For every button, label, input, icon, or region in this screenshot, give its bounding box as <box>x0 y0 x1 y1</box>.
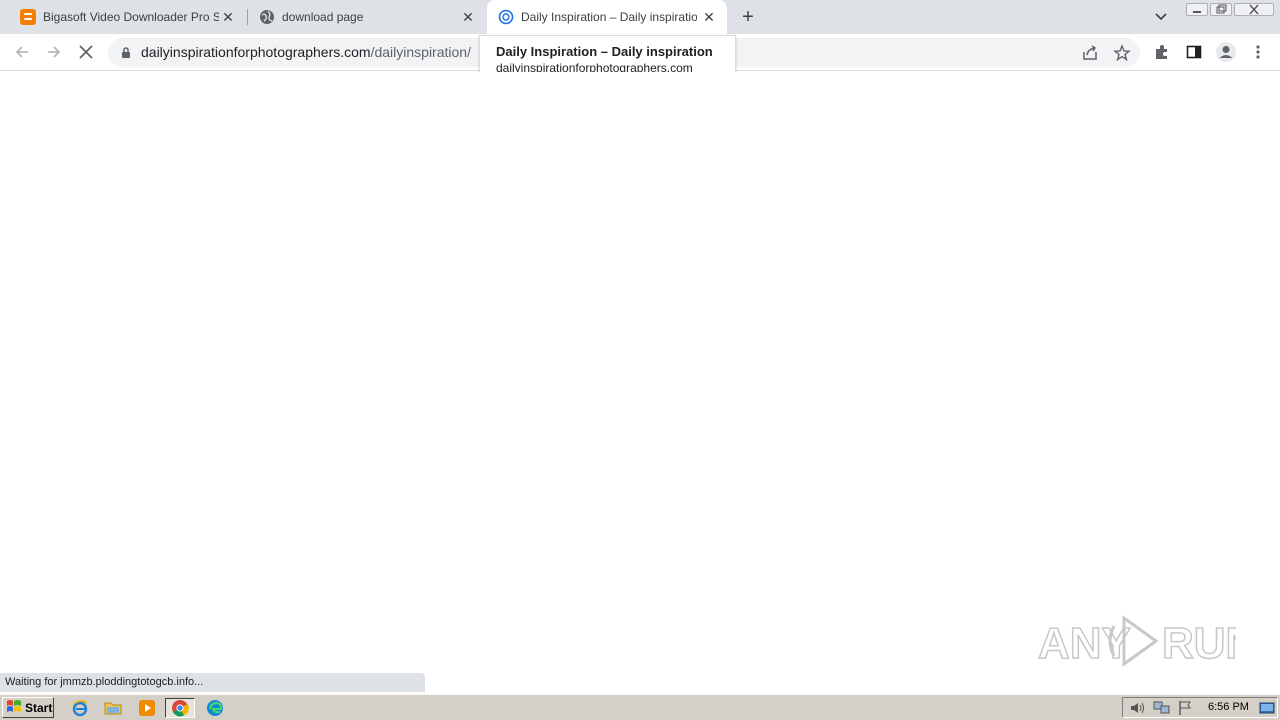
volume-icon[interactable] <box>1129 700 1147 719</box>
close-tab-icon[interactable]: ✕ <box>220 9 236 25</box>
tab-title: Daily Inspiration – Daily inspiration <box>521 10 697 24</box>
svg-text:RUN: RUN <box>1162 619 1236 668</box>
windows-taskbar: Start 6:56 PM <box>0 694 1280 720</box>
start-button[interactable]: Start <box>2 697 54 718</box>
bookmark-star-icon[interactable] <box>1110 41 1134 65</box>
edge-icon[interactable] <box>204 698 226 718</box>
anyrun-watermark: ANY RUN <box>1036 606 1258 672</box>
tab-strip: Bigasoft Video Downloader Pro Serial ✕ d… <box>0 0 1280 34</box>
url-domain: dailyinspirationforphotographers.com <box>141 44 371 60</box>
profile-avatar-icon[interactable] <box>1214 40 1238 64</box>
taskbar-clock[interactable]: 6:56 PM <box>1208 701 1249 713</box>
side-panel-icon[interactable] <box>1182 40 1206 64</box>
new-tab-button[interactable]: + <box>737 7 759 27</box>
close-tab-icon[interactable]: ✕ <box>460 9 476 25</box>
start-label: Start <box>25 700 53 715</box>
folder-icon[interactable] <box>102 698 124 718</box>
svg-text:ANY: ANY <box>1038 619 1131 668</box>
globe-icon <box>259 9 275 25</box>
url-text: dailyinspirationforphotographers.com/dai… <box>141 44 471 60</box>
site-favicon <box>498 9 514 25</box>
restore-button[interactable] <box>1210 3 1232 16</box>
tab-title: Bigasoft Video Downloader Pro Serial <box>43 10 219 24</box>
system-tray: 6:56 PM <box>1122 697 1278 718</box>
close-window-button[interactable] <box>1234 3 1274 16</box>
menu-kebab-icon[interactable] <box>1246 40 1270 64</box>
page-content <box>0 72 1280 672</box>
tab-search-chevron-icon[interactable] <box>1151 8 1171 26</box>
lock-icon <box>120 46 132 59</box>
status-bubble: Waiting for jmmzb.ploddingtotogcb.info..… <box>0 673 425 692</box>
share-icon[interactable] <box>1078 41 1102 65</box>
tab-daily-inspiration[interactable]: Daily Inspiration – Daily inspiration ✕ <box>487 0 727 34</box>
hover-card-title: Daily Inspiration – Daily inspiration <box>496 44 713 59</box>
blogger-icon <box>20 9 36 25</box>
chrome-icon[interactable] <box>165 698 195 718</box>
windows-logo-icon <box>6 699 22 716</box>
network-icon[interactable] <box>1153 700 1171 719</box>
action-center-flag-icon[interactable] <box>1177 700 1195 719</box>
tab-title: download page <box>282 10 364 24</box>
back-button[interactable] <box>10 40 34 64</box>
ie-icon[interactable] <box>69 698 91 718</box>
minimize-button[interactable] <box>1186 3 1208 16</box>
forward-button[interactable] <box>42 40 66 64</box>
tab-bigasoft[interactable]: Bigasoft Video Downloader Pro Serial ✕ <box>8 0 246 34</box>
close-tab-icon[interactable]: ✕ <box>701 9 717 25</box>
extensions-puzzle-icon[interactable] <box>1150 40 1174 64</box>
show-desktop-icon[interactable] <box>1259 701 1275 718</box>
tab-download-page[interactable]: download page ✕ <box>248 0 486 34</box>
media-player-icon[interactable] <box>136 698 158 718</box>
stop-loading-button[interactable] <box>74 40 98 64</box>
url-path: /dailyinspiration/ <box>370 44 471 60</box>
